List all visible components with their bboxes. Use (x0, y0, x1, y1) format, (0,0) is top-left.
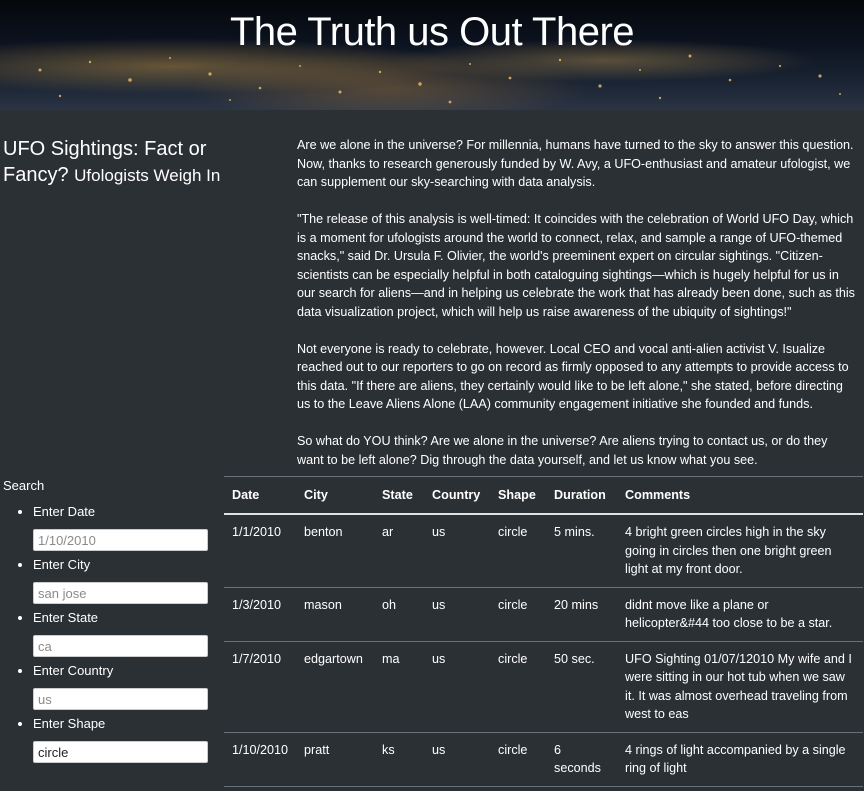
filter-shape-label: Enter Shape (33, 716, 106, 731)
cell-state: oh (374, 587, 425, 642)
table-header-row: Date City State Country Shape Duration C… (224, 476, 863, 515)
cell-country: us (424, 514, 491, 588)
filter-country-label: Enter Country (33, 663, 114, 678)
filter-state-label: Enter State (33, 610, 99, 625)
cell-city: edgartown (296, 641, 375, 733)
cell-city: benton (296, 514, 375, 588)
table-row: 1/7/2010 edgartown ma us circle 50 sec. … (224, 641, 863, 733)
cell-comments: didnt move like a plane or helicopter&#4… (617, 587, 863, 642)
cell-country: us (424, 641, 491, 733)
filter-shape: Enter Shape (33, 715, 218, 763)
date-input[interactable] (33, 529, 208, 551)
cell-state: ks (374, 732, 425, 787)
column-header-city: City (296, 476, 375, 515)
cell-date: 1/7/2010 (224, 641, 297, 733)
country-input[interactable] (33, 688, 208, 710)
cell-city: mason (296, 587, 375, 642)
cell-shape: circle (490, 641, 547, 733)
column-header-shape: Shape (490, 476, 547, 515)
article-body: Are we alone in the universe? For millen… (297, 136, 855, 488)
article-paragraph: "The release of this analysis is well-ti… (297, 212, 855, 319)
filter-city-label: Enter City (33, 557, 91, 572)
sightings-table-container: Date City State Country Shape Duration C… (224, 476, 864, 787)
cell-shape: circle (490, 732, 547, 787)
article-heading: UFO Sightings: Fact or Fancy? Ufologists… (3, 136, 243, 189)
article-subtitle: Ufologists Weigh In (74, 166, 221, 185)
cell-duration: 50 sec. (546, 641, 618, 733)
filter-list: Enter Date Enter City Enter State Enter … (3, 503, 218, 763)
column-header-comments: Comments (617, 476, 863, 515)
city-input[interactable] (33, 582, 208, 604)
cell-state: ar (374, 514, 425, 588)
cell-date: 1/10/2010 (224, 732, 297, 787)
table-row: 1/10/2010 pratt ks us circle 6 seconds 4… (224, 732, 863, 787)
filter-date-label: Enter Date (33, 504, 96, 519)
cell-comments: UFO Sighting 01/07/12010 My wife and I w… (617, 641, 863, 733)
state-input[interactable] (33, 635, 208, 657)
table-body: 1/1/2010 benton ar us circle 5 mins. 4 b… (224, 514, 863, 787)
cell-comments: 4 rings of light accompanied by a single… (617, 732, 863, 787)
cell-duration: 20 mins (546, 587, 618, 642)
article-paragraph: Not everyone is ready to celebrate, howe… (297, 341, 849, 412)
table-row: 1/1/2010 benton ar us circle 5 mins. 4 b… (224, 514, 863, 588)
column-header-country: Country (424, 476, 491, 515)
article-paragraph: So what do YOU think? Are we alone in th… (297, 434, 828, 467)
cell-comments: 4 bright green circles high in the sky g… (617, 514, 863, 588)
filter-state: Enter State (33, 609, 218, 657)
cell-duration: 6 seconds (546, 732, 618, 787)
page-title: The Truth us Out There (229, 10, 635, 54)
filter-city: Enter City (33, 556, 218, 604)
cell-state: ma (374, 641, 425, 733)
search-panel: Search Enter Date Enter City Enter State… (3, 478, 218, 768)
cell-date: 1/1/2010 (224, 514, 297, 588)
filter-country: Enter Country (33, 662, 218, 710)
cell-date: 1/3/2010 (224, 587, 297, 642)
table-row: 1/3/2010 mason oh us circle 20 mins didn… (224, 587, 863, 642)
hero-banner: The Truth us Out There (0, 0, 864, 110)
cell-country: us (424, 732, 491, 787)
filter-date: Enter Date (33, 503, 218, 551)
sightings-table: Date City State Country Shape Duration C… (224, 476, 863, 787)
column-header-duration: Duration (546, 476, 618, 515)
column-header-date: Date (224, 476, 297, 515)
column-header-state: State (374, 476, 425, 515)
cell-city: pratt (296, 732, 375, 787)
cell-country: us (424, 587, 491, 642)
article-paragraph: Are we alone in the universe? For millen… (297, 138, 854, 189)
shape-input[interactable] (33, 741, 208, 763)
cell-shape: circle (490, 514, 547, 588)
cell-shape: circle (490, 587, 547, 642)
table-header: Date City State Country Shape Duration C… (224, 476, 863, 515)
cell-duration: 5 mins. (546, 514, 618, 588)
search-label: Search (3, 478, 45, 493)
